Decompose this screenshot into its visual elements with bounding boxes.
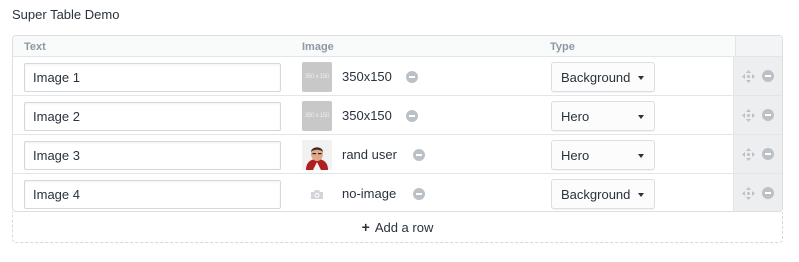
header-image: Image	[302, 41, 334, 53]
type-select-value: Background	[561, 70, 631, 85]
type-select-value: Background	[561, 187, 631, 202]
camera-icon	[311, 189, 323, 199]
remove-image-icon[interactable]	[413, 188, 425, 200]
image-name: rand user	[342, 147, 397, 162]
text-input[interactable]	[24, 141, 281, 170]
header-type: Type	[550, 41, 575, 53]
image-thumbnail[interactable]	[302, 140, 332, 170]
type-select-value: Hero	[561, 109, 590, 124]
image-name: no-image	[342, 186, 397, 201]
remove-row-icon[interactable]	[762, 187, 774, 199]
table-row: 350 x 150 350x150 Hero	[13, 96, 782, 135]
text-input[interactable]	[24, 102, 281, 131]
thumbnail-label: 350 x 150	[304, 113, 330, 119]
table-row: no-image Background	[13, 174, 782, 211]
row-actions	[733, 57, 782, 95]
remove-row-icon[interactable]	[762, 109, 774, 121]
remove-row-icon[interactable]	[762, 70, 774, 82]
field-label: Super Table Demo	[12, 7, 120, 22]
remove-row-icon[interactable]	[762, 148, 774, 160]
user-photo-icon	[302, 140, 332, 170]
chevron-down-icon	[638, 115, 644, 119]
thumbnail-label: 350 x 150	[304, 74, 330, 80]
image-name: 350x150	[342, 108, 392, 123]
image-name: 350x150	[342, 69, 392, 84]
table-row: 350 x 150 350x150 Background	[13, 57, 782, 96]
image-thumbnail[interactable]	[302, 179, 332, 209]
remove-image-icon[interactable]	[406, 71, 418, 83]
add-row-label: Add a row	[374, 219, 434, 235]
row-actions	[733, 135, 782, 173]
image-thumbnail[interactable]: 350 x 150	[302, 62, 332, 92]
type-select-value: Hero	[561, 148, 590, 163]
chevron-down-icon	[638, 76, 644, 80]
row-actions	[733, 96, 782, 134]
type-select[interactable]: Hero	[551, 140, 655, 170]
type-select[interactable]: Background	[551, 179, 655, 209]
table-row: rand user Hero	[13, 135, 782, 174]
row-actions	[733, 174, 782, 211]
super-table: Text Image Type 350 x 150 350x150 Backgr…	[12, 35, 783, 212]
header-text: Text	[24, 41, 46, 53]
type-select[interactable]: Hero	[551, 101, 655, 131]
move-icon[interactable]	[742, 70, 755, 83]
move-icon[interactable]	[742, 148, 755, 161]
type-select[interactable]: Background	[551, 62, 655, 92]
chevron-down-icon	[638, 193, 644, 197]
table-header: Text Image Type	[13, 36, 782, 57]
remove-image-icon[interactable]	[413, 149, 425, 161]
header-actions	[735, 36, 782, 56]
chevron-down-icon	[638, 154, 644, 158]
add-row-button[interactable]: + Add a row	[12, 212, 783, 243]
move-icon[interactable]	[742, 109, 755, 122]
move-icon[interactable]	[742, 187, 755, 200]
text-input[interactable]	[24, 180, 281, 209]
image-thumbnail[interactable]: 350 x 150	[302, 101, 332, 131]
plus-icon: +	[361, 219, 370, 235]
remove-image-icon[interactable]	[406, 110, 418, 122]
text-input[interactable]	[24, 63, 281, 92]
